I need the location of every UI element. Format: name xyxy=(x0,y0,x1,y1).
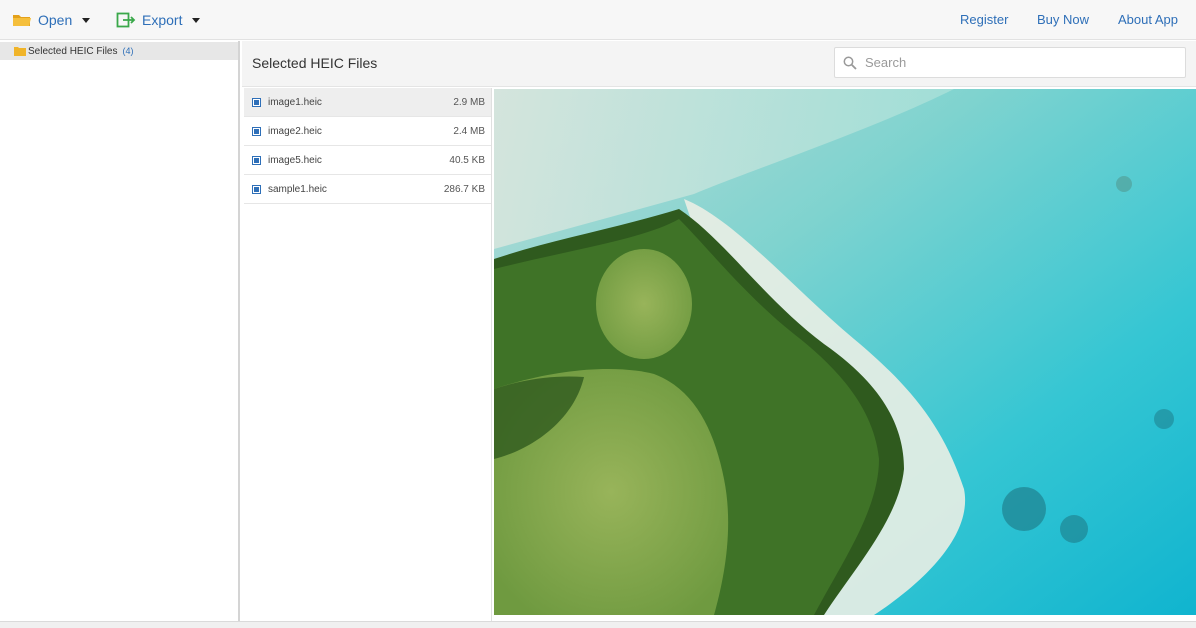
aerial-island-photo xyxy=(494,89,1196,615)
file-size: 286.7 KB xyxy=(443,183,485,195)
status-bar xyxy=(0,621,1196,628)
list-item[interactable]: image1.heic 2.9 MB xyxy=(244,88,491,117)
file-size: 2.4 MB xyxy=(453,125,485,137)
file-size: 2.9 MB xyxy=(453,96,485,108)
register-link[interactable]: Register xyxy=(960,12,1008,27)
file-name: image5.heic xyxy=(268,154,322,166)
chevron-down-icon[interactable] xyxy=(82,17,91,23)
buy-now-link[interactable]: Buy Now xyxy=(1037,12,1089,27)
folder-icon xyxy=(14,47,26,56)
folder-open-icon xyxy=(13,15,31,26)
list-item[interactable]: image2.heic 2.4 MB xyxy=(244,117,491,146)
export-button[interactable]: Export xyxy=(116,9,201,31)
list-item[interactable]: sample1.heic 286.7 KB xyxy=(244,175,491,204)
search-icon xyxy=(843,56,857,70)
search-box[interactable] xyxy=(834,47,1186,78)
file-checkbox[interactable] xyxy=(252,97,261,107)
sidebar: Selected HEIC Files (4) xyxy=(0,41,240,621)
toolbar: Open Export Register Buy Now About App xyxy=(0,0,1196,40)
file-checkbox[interactable] xyxy=(252,184,261,194)
file-name: image2.heic xyxy=(268,125,322,137)
main-panel: Selected HEIC Files image1.heic 2.9 MB i… xyxy=(242,41,1196,621)
list-item[interactable]: image5.heic 40.5 KB xyxy=(244,146,491,175)
image-preview xyxy=(494,89,1196,615)
about-app-link[interactable]: About App xyxy=(1118,12,1178,27)
file-size: 40.5 KB xyxy=(449,154,485,166)
search-input[interactable] xyxy=(865,55,1165,70)
sidebar-item-label: Selected HEIC Files xyxy=(28,45,118,57)
file-list: image1.heic 2.9 MB image2.heic 2.4 MB im… xyxy=(244,88,492,621)
chevron-down-icon[interactable] xyxy=(192,17,201,23)
file-name: image1.heic xyxy=(268,96,322,108)
open-button[interactable]: Open xyxy=(12,9,91,31)
count-badge: (4) xyxy=(122,46,134,56)
open-label: Open xyxy=(38,12,73,28)
sidebar-item-selected-heic-files[interactable]: Selected HEIC Files (4) xyxy=(0,42,238,60)
file-name: sample1.heic xyxy=(268,183,327,195)
page-title: Selected HEIC Files xyxy=(252,55,378,71)
export-icon xyxy=(116,12,136,28)
export-label: Export xyxy=(142,12,183,28)
file-checkbox[interactable] xyxy=(252,126,261,136)
file-checkbox[interactable] xyxy=(252,155,261,165)
main-header: Selected HEIC Files xyxy=(242,41,1196,87)
